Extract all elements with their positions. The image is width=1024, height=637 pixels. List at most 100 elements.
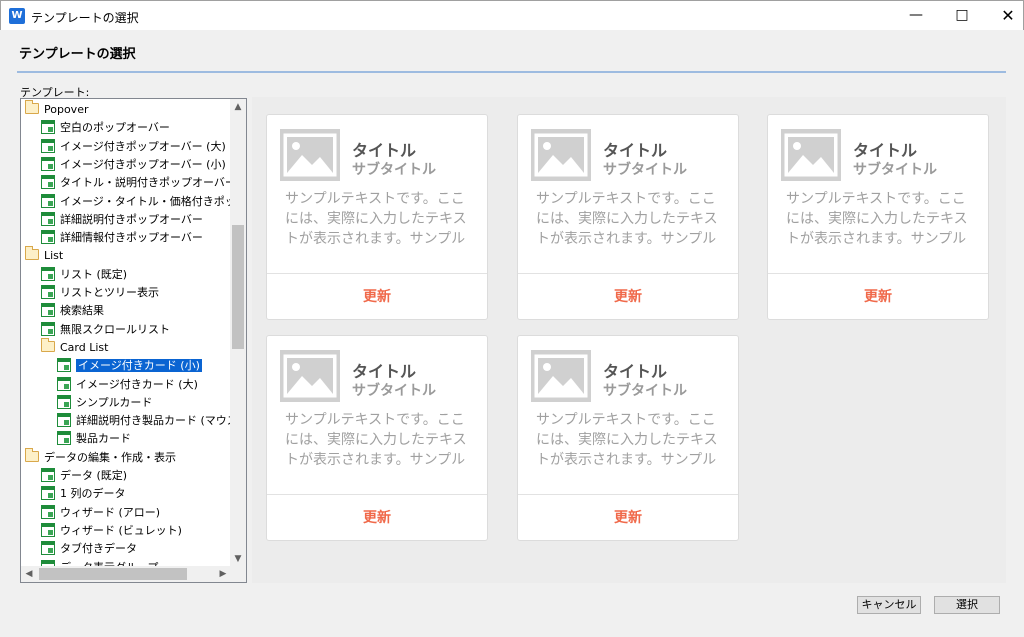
template-icon [41, 193, 55, 208]
horizontal-scroll-thumb[interactable] [39, 568, 187, 580]
tree-item[interactable]: 詳細情報付きポップオーバー [41, 229, 203, 247]
template-icon [41, 468, 55, 482]
scroll-right-icon[interactable]: ▶ [215, 566, 231, 582]
preview-card: タイトル サブタイトル サンプルテキストです。ここには、実際に入力したテキストが表示… [767, 114, 989, 320]
template-icon [41, 541, 55, 556]
dialog-header: テンプレートの選択 [1, 30, 1023, 70]
tree-item-label: Card List [60, 340, 109, 354]
preview-card: タイトル サブタイトル サンプルテキストです。ここには、実際に入力したテキストが表示… [266, 335, 488, 541]
tree-item[interactable]: イメージ・タイトル・価格付きポップオーバー [41, 193, 231, 211]
template-icon [57, 413, 71, 428]
tree-item[interactable]: 無限スクロールリスト [41, 321, 170, 339]
tree-item[interactable]: 検索結果 [41, 302, 104, 320]
card-title: タイトル [352, 141, 417, 160]
tree-item-label: イメージ付きポップオーバー (大) [60, 139, 226, 153]
scroll-left-icon[interactable]: ◀ [21, 566, 37, 582]
tree-item-label: 詳細説明付きポップオーバー [60, 212, 203, 226]
tree-item-label: データの編集・作成・表示 [44, 450, 176, 464]
template-icon [41, 138, 55, 153]
tree-item[interactable]: 製品カード [57, 430, 131, 448]
tree-item[interactable]: 空白のポップオーバー [41, 119, 170, 137]
template-icon [41, 175, 55, 190]
tree-item-label: イメージ・タイトル・価格付きポップオーバー [60, 194, 231, 208]
preview-card: タイトル サブタイトル サンプルテキストです。ここには、実際に入力したテキストが表示… [517, 335, 739, 541]
image-placeholder-icon [280, 350, 340, 402]
tree-folder[interactable]: Card List [41, 337, 109, 357]
card-update-button: 更新 [614, 289, 642, 305]
tree-item-label: 空白のポップオーバー [60, 121, 170, 135]
maximize-button[interactable]: □ [939, 1, 985, 30]
card-divider [267, 494, 487, 495]
tree-item-label: 1 列のデータ [60, 487, 126, 501]
tree-item[interactable]: リスト (既定) [41, 266, 127, 284]
card-update-button: 更新 [363, 510, 391, 526]
tree-item[interactable]: シンプルカード [57, 394, 152, 412]
cancel-button[interactable]: キャンセル [857, 596, 921, 614]
tree-item-label: リスト (既定) [60, 267, 128, 281]
tree-item-label: 無限スクロールリスト [60, 322, 170, 336]
tree-item[interactable]: ウィザード (ビュレット) [41, 522, 182, 540]
tree-item-label: タブ付きデータ [60, 542, 137, 556]
template-preview: タイトル サブタイトル サンプルテキストです。ここには、実際に入力したテキストが表示… [252, 97, 1006, 583]
template-icon [41, 504, 55, 519]
tree-item[interactable]: リストとツリー表示 [41, 284, 159, 302]
select-button[interactable]: 選択 [934, 596, 1000, 614]
template-icon [41, 285, 55, 299]
tree-item-label: シンプルカード [76, 395, 153, 409]
card-divider [267, 273, 487, 274]
horizontal-scrollbar[interactable]: ◀ ▶ [21, 566, 231, 582]
card-subtitle: サブタイトル [853, 162, 937, 178]
template-icon [41, 522, 55, 537]
tree-item[interactable]: ウィザード (アロー) [41, 504, 160, 522]
tree-item[interactable]: 詳細説明付き製品カード (マウスオーバー) [57, 412, 231, 430]
tree-item[interactable]: タブ付きデータ [41, 540, 137, 558]
card-text: サンプルテキストです。ここには、実際に入力したテキストが表示されます。サンプル [786, 191, 968, 247]
tree-item[interactable]: イメージ付きカード (小) [57, 357, 203, 375]
template-icon [41, 211, 55, 226]
tree-item[interactable]: イメージ付きポップオーバー (大) [41, 138, 226, 156]
template-icon [41, 266, 55, 281]
card-title: タイトル [603, 141, 668, 160]
minimize-button[interactable]: — [893, 1, 939, 30]
tree-item[interactable]: データ (既定) [41, 467, 127, 485]
tree-item-label: 詳細情報付きポップオーバー [60, 231, 203, 245]
tree-item[interactable]: 詳細説明付きポップオーバー [41, 211, 203, 229]
scroll-down-icon[interactable]: ▼ [230, 551, 246, 567]
card-text: サンプルテキストです。ここには、実際に入力したテキストが表示されます。サンプル [285, 412, 467, 468]
tree-items: Popover 空白のポップオーバーイメージ付きポップオーバー (大) イメージ付き… [21, 99, 231, 567]
tree-item-label: リストとツリー表示 [60, 286, 159, 299]
card-title: タイトル [603, 362, 668, 381]
card-divider [768, 273, 988, 274]
card-update-button: 更新 [864, 289, 892, 305]
template-tree[interactable]: Popover 空白のポップオーバーイメージ付きポップオーバー (大) イメージ付き… [20, 98, 247, 583]
card-update-button: 更新 [363, 289, 391, 305]
tree-item[interactable]: 1 列のデータ [41, 485, 126, 503]
template-icon [41, 230, 55, 245]
card-subtitle: サブタイトル [352, 383, 436, 399]
card-subtitle: サブタイトル [603, 383, 687, 399]
template-icon [41, 156, 55, 171]
image-placeholder-icon [531, 129, 591, 181]
template-icon [41, 120, 55, 135]
card-subtitle: サブタイトル [352, 162, 436, 178]
template-icon [57, 358, 71, 373]
card-text: サンプルテキストです。ここには、実際に入力したテキストが表示されます。サンプル [536, 191, 718, 247]
template-icon [41, 321, 55, 336]
tree-folder[interactable]: Popover [25, 100, 88, 119]
template-icon [57, 376, 71, 391]
tree-item-label: 詳細説明付き製品カード (マウスオーバー) [76, 414, 231, 428]
tree-folder[interactable]: データの編集・作成・表示 [25, 447, 176, 467]
image-placeholder-icon [280, 129, 340, 181]
close-button[interactable]: ✕ [985, 1, 1024, 30]
scroll-up-icon[interactable]: ▲ [230, 99, 246, 115]
tree-item[interactable]: イメージ付きカード (大) [57, 376, 198, 394]
vertical-scroll-thumb[interactable] [232, 225, 244, 349]
tree-item[interactable]: タイトル・説明付きポップオーバー [41, 174, 231, 192]
scrollbar-corner [230, 566, 246, 582]
tree-item-label: 検索結果 [60, 304, 104, 318]
tree-item[interactable]: イメージ付きポップオーバー (小) [41, 156, 226, 174]
title-bar: W テンプレートの選択 — □ ✕ [0, 0, 1024, 30]
tree-folder[interactable]: List [25, 246, 63, 265]
vertical-scrollbar[interactable]: ▲ ▼ [230, 99, 246, 567]
template-icon [41, 486, 55, 501]
